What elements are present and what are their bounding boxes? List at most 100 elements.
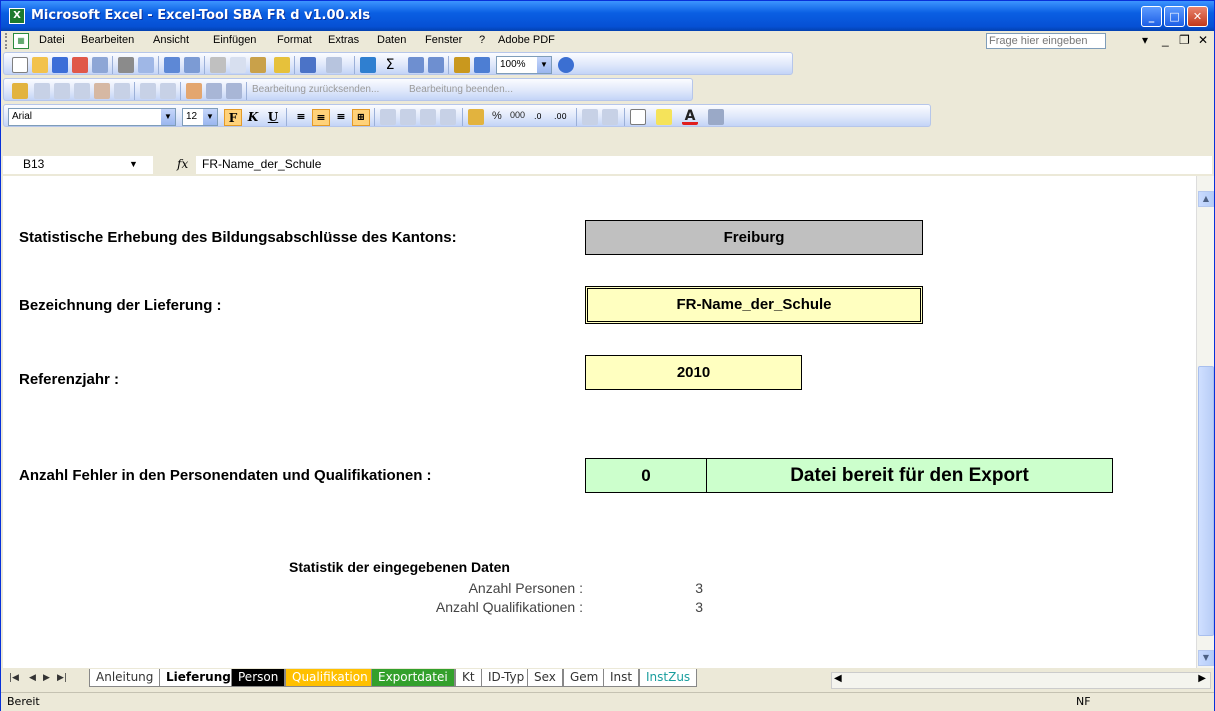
chevron-down-icon[interactable]: ▼	[161, 109, 175, 125]
formula-input[interactable]: FR-Name_der_Schule	[196, 156, 1212, 174]
cut-icon[interactable]	[210, 57, 226, 73]
review-delete-icon[interactable]	[114, 83, 130, 99]
doc-close-button[interactable]: ✕	[1198, 33, 1208, 47]
research-icon[interactable]	[184, 57, 200, 73]
sheet-tab-anleitung[interactable]: Anleitung	[89, 669, 161, 687]
export-status-cell[interactable]: Datei bereit für den Export	[706, 458, 1113, 493]
maximize-button[interactable]: □	[1164, 6, 1185, 27]
sheet-tab-inst[interactable]: Inst	[603, 669, 640, 687]
fx-icon[interactable]: fx	[177, 157, 188, 171]
font-size-combo[interactable]: 12 ▼	[182, 108, 218, 126]
help-icon[interactable]	[558, 57, 574, 73]
align-left-icon[interactable]: ≡	[292, 109, 310, 126]
name-box[interactable]: B13 ▼	[3, 156, 153, 174]
borders-icon[interactable]	[630, 109, 646, 125]
scroll-down-icon[interactable]: ▼	[1198, 650, 1214, 666]
menu-ansicht[interactable]: Ansicht	[153, 34, 189, 46]
minimize-button[interactable]: _	[1141, 6, 1162, 27]
doc-restore-button[interactable]: ❐	[1179, 33, 1190, 47]
camera-icon[interactable]	[708, 109, 724, 125]
review-send-button[interactable]: Bearbeitung zurücksenden...	[252, 84, 379, 95]
italic-button[interactable]: K	[244, 109, 262, 126]
review-prev-icon[interactable]	[34, 83, 50, 99]
referenzjahr-cell[interactable]: 2010	[585, 355, 802, 390]
sheet-tab-person[interactable]: Person	[231, 669, 286, 687]
chevron-down-icon[interactable]: ▼	[129, 156, 138, 173]
kanton-cell[interactable]: Freiburg	[585, 220, 923, 255]
new-icon[interactable]	[12, 57, 28, 73]
help-dropdown-icon[interactable]: ▾	[1142, 33, 1148, 47]
fill-color-icon[interactable]	[656, 109, 672, 125]
wrap-icon[interactable]	[400, 109, 416, 125]
outdent-icon[interactable]	[420, 109, 436, 125]
permission-icon[interactable]	[72, 57, 88, 73]
decrease-decimal-icon[interactable]: .00	[554, 109, 570, 125]
menu-einfuegen[interactable]: Einfügen	[213, 34, 256, 46]
help-search-input[interactable]: Frage hier eingeben	[986, 33, 1106, 49]
zoom-combo[interactable]: 100% ▼	[496, 56, 552, 74]
copy-icon[interactable]	[230, 57, 246, 73]
scroll-left-icon[interactable]: ◀	[834, 673, 842, 684]
menu-datei[interactable]: Datei	[39, 34, 65, 46]
print-icon[interactable]	[118, 57, 134, 73]
close-button[interactable]: ✕	[1187, 6, 1208, 27]
last-sheet-icon[interactable]: ▶|	[57, 673, 67, 683]
worksheet[interactable]: Statistische Erhebung des Bildungsabschl…	[3, 176, 1196, 668]
sort-ascending-icon[interactable]	[408, 57, 424, 73]
review-mail-icon[interactable]	[226, 83, 242, 99]
menu-adobe-pdf[interactable]: Adobe PDF	[498, 34, 555, 46]
review-show-icon[interactable]	[140, 83, 156, 99]
review-comment-icon[interactable]	[94, 83, 110, 99]
excel-app-icon[interactable]: X	[9, 8, 25, 24]
sheet-tab-sex[interactable]: Sex	[527, 669, 563, 687]
first-sheet-icon[interactable]: |◀	[9, 673, 19, 683]
menu-extras[interactable]: Extras	[328, 34, 359, 46]
review-track-icon[interactable]	[186, 83, 202, 99]
scroll-up-icon[interactable]: ▲	[1198, 191, 1214, 207]
review-hide-icon[interactable]	[160, 83, 176, 99]
menu-help[interactable]: ?	[479, 34, 485, 46]
sort-descending-icon[interactable]	[428, 57, 444, 73]
sheet-tab-instzus[interactable]: InstZus	[639, 669, 698, 687]
vertical-scrollbar[interactable]: ▲ ▼	[1196, 176, 1214, 668]
chart-wizard-icon[interactable]	[454, 57, 470, 73]
scroll-thumb[interactable]	[1198, 366, 1214, 636]
sheet-tab-qualifikation[interactable]: Qualifikation	[285, 669, 375, 687]
prev-sheet-icon[interactable]: ◀	[29, 673, 36, 683]
font-color-icon[interactable]: A	[682, 109, 698, 125]
menu-format[interactable]: Format	[277, 34, 312, 46]
autosum-icon[interactable]: Σ	[382, 57, 398, 73]
review-open-icon[interactable]	[12, 83, 28, 99]
lieferung-cell[interactable]: FR-Name_der_Schule	[585, 286, 923, 324]
doc-minimize-button[interactable]: _	[1162, 33, 1169, 47]
menu-fenster[interactable]: Fenster	[425, 34, 462, 46]
chevron-down-icon[interactable]: ▼	[203, 109, 217, 125]
undo-icon[interactable]	[300, 57, 316, 73]
horizontal-scrollbar[interactable]: ◀ ▶	[831, 672, 1211, 689]
hyperlink-icon[interactable]	[360, 57, 376, 73]
sheet-tab-exportdatei[interactable]: Exportdatei	[371, 669, 455, 687]
spelling-icon[interactable]	[164, 57, 180, 73]
font-combo[interactable]: Arial ▼	[8, 108, 176, 126]
save-icon[interactable]	[52, 57, 68, 73]
chevron-down-icon[interactable]: ▼	[537, 57, 551, 73]
indent-icon[interactable]	[380, 109, 396, 125]
merge-center-icon[interactable]: ⊞	[352, 109, 370, 126]
increase-decimal-icon[interactable]: .0	[534, 109, 550, 125]
filter-icon[interactable]	[440, 109, 456, 125]
format-painter-icon[interactable]	[274, 57, 290, 73]
percent-button[interactable]: %	[492, 110, 502, 122]
review-next-icon[interactable]	[54, 83, 70, 99]
underline-button[interactable]: U	[264, 109, 282, 126]
currency-icon[interactable]	[468, 109, 484, 125]
paste-icon[interactable]	[250, 57, 266, 73]
drawing-icon[interactable]	[474, 57, 490, 73]
scroll-right-icon[interactable]: ▶	[1198, 673, 1206, 684]
sheet-tab-gem[interactable]: Gem	[563, 669, 606, 687]
sheet-tab-kt[interactable]: Kt	[455, 669, 482, 687]
sheet-tab-lieferung[interactable]: Lieferung	[159, 669, 238, 687]
decrease-indent-icon[interactable]	[582, 109, 598, 125]
review-end-button[interactable]: Bearbeitung beenden...	[409, 84, 513, 95]
menu-daten[interactable]: Daten	[377, 34, 406, 46]
menu-bearbeiten[interactable]: Bearbeiten	[81, 34, 134, 46]
